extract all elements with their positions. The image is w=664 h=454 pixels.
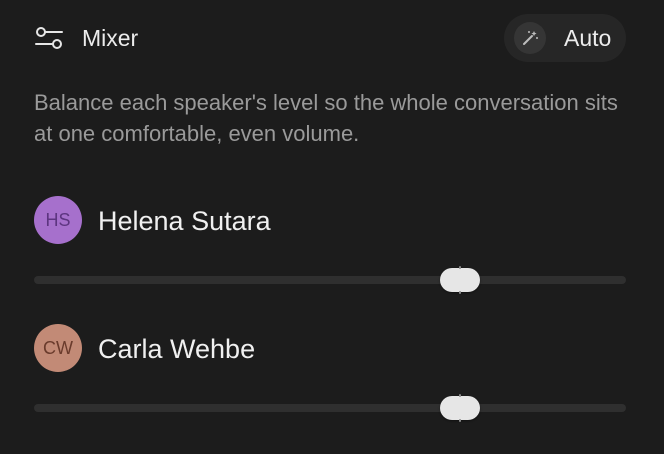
slider-track	[34, 404, 626, 412]
auto-button-label: Auto	[564, 25, 612, 51]
mixer-header: Mixer Auto	[34, 14, 626, 62]
mixer-sliders-icon	[34, 23, 64, 53]
speaker-row: CW Carla Wehbe	[34, 324, 626, 434]
mixer-panel: Mixer Auto Balance each speaker's level …	[0, 0, 664, 454]
mixer-description: Balance each speaker's level so the whol…	[34, 90, 618, 146]
speaker-name: Helena Sutara	[98, 206, 271, 236]
speaker-row: HS Helena Sutara	[34, 196, 626, 306]
slider-thumb[interactable]	[440, 394, 480, 422]
page-title: Mixer	[82, 25, 139, 51]
magic-wand-icon	[514, 22, 546, 54]
speaker-level-slider[interactable]	[34, 394, 626, 422]
avatar: CW	[34, 324, 82, 372]
auto-balance-button[interactable]: Auto	[504, 14, 626, 62]
avatar: HS	[34, 196, 82, 244]
slider-track	[34, 276, 626, 284]
speaker-level-slider[interactable]	[34, 266, 626, 294]
speaker-name: Carla Wehbe	[98, 334, 256, 364]
slider-thumb[interactable]	[440, 266, 480, 294]
